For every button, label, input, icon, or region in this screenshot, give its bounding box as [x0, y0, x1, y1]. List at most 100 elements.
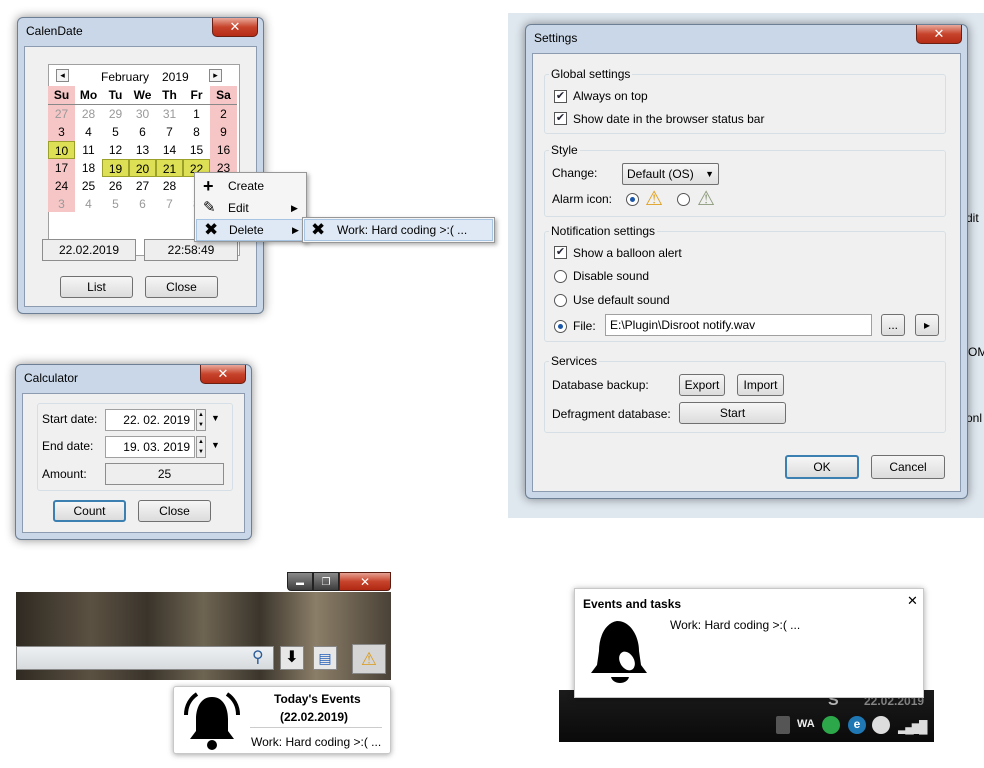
maximize-button[interactable]: ❐	[313, 572, 339, 591]
show-date-checkbox[interactable]: ✔	[554, 112, 567, 125]
today-events-popup[interactable]: Today's Events (22.02.2019) Work: Hard c…	[173, 686, 391, 754]
calendar-day[interactable]: 6	[129, 123, 156, 141]
browser-search-bar[interactable]	[16, 646, 274, 670]
calendar-day[interactable]: 7	[156, 195, 183, 213]
calendar-day[interactable]: 6	[129, 195, 156, 213]
default-sound-label[interactable]: Use default sound	[573, 293, 670, 307]
calendar-day[interactable]: 7	[156, 123, 183, 141]
tray-device-icon[interactable]	[776, 716, 790, 734]
calendar-year[interactable]: 2019	[162, 70, 189, 84]
menu-item-create[interactable]: + Create	[195, 175, 306, 197]
menu-item-edit[interactable]: ✎ Edit ▶	[195, 197, 306, 219]
calendar-prev-button[interactable]: ◂	[56, 69, 69, 82]
submenu-item-event[interactable]: ✖ Work: Hard coding >:( ...	[304, 219, 493, 241]
calendar-day[interactable]: 19	[102, 159, 129, 177]
end-date-spinner[interactable]: ▲ ▼	[196, 436, 206, 458]
calculator-close-button[interactable]: ✕	[200, 365, 246, 384]
play-sound-button[interactable]: ▸	[915, 314, 939, 336]
calendar-day[interactable]: 30	[129, 105, 156, 123]
calendar-month[interactable]: February	[101, 70, 149, 84]
calendar-day[interactable]: 8	[183, 123, 210, 141]
calendar-next-button[interactable]: ▸	[209, 69, 222, 82]
calendar-day[interactable]: 15	[183, 141, 210, 159]
calendar-day[interactable]: 25	[75, 177, 102, 195]
calendate-close-button[interactable]: ✕	[212, 18, 258, 37]
tray-cloud-icon[interactable]	[822, 716, 840, 734]
menu-item-delete[interactable]: ✖ Delete ▶	[196, 219, 305, 241]
tray-signal-icon[interactable]: ▂▄▆█	[898, 720, 928, 734]
calendar-day[interactable]: 21	[156, 159, 183, 177]
alarm-icon-radio-1[interactable]	[626, 193, 639, 206]
calendar-day[interactable]: 17	[48, 159, 75, 177]
minimize-button[interactable]: ▬	[287, 572, 313, 591]
calendar-day[interactable]: 20	[129, 159, 156, 177]
calendar-day[interactable]: 27	[129, 177, 156, 195]
import-button[interactable]: Import	[737, 374, 784, 396]
database-icon[interactable]: ▤	[313, 646, 337, 670]
sound-file-input[interactable]: E:\Plugin\Disroot notify.wav	[605, 314, 872, 336]
weekday-header: Su	[53, 88, 70, 102]
calendar-day[interactable]: 26	[102, 177, 129, 195]
balloon-alert-label[interactable]: Show a balloon alert	[573, 246, 682, 260]
calendar-day[interactable]: 1	[183, 105, 210, 123]
calendar-day[interactable]: 28	[156, 177, 183, 195]
file-sound-radio[interactable]	[554, 320, 567, 333]
calendar-day[interactable]: 10	[48, 141, 75, 159]
browse-button[interactable]: ...	[881, 314, 905, 336]
tray-antivirus-icon[interactable]	[872, 716, 890, 734]
start-date-dropdown-icon[interactable]: ▼	[211, 413, 220, 423]
calendar-day[interactable]: 2	[210, 105, 237, 123]
browser-close-button[interactable]: ✕	[339, 572, 391, 591]
defrag-start-button[interactable]: Start	[679, 402, 786, 424]
style-combo[interactable]: Default (OS) ▼	[622, 163, 719, 185]
alarm-icon-radio-2[interactable]	[677, 193, 690, 206]
list-button[interactable]: List	[60, 276, 133, 298]
calendar-day[interactable]: 5	[102, 123, 129, 141]
always-on-top-checkbox[interactable]: ✔	[554, 90, 567, 103]
calendar-day[interactable]: 13	[129, 141, 156, 159]
end-date-input[interactable]: 19. 03. 2019	[105, 436, 195, 458]
calendar-day[interactable]: 9	[210, 123, 237, 141]
calculator-close-btn[interactable]: Close	[138, 500, 211, 522]
events-popup-close-icon[interactable]: ✕	[907, 593, 918, 609]
balloon-alert-checkbox[interactable]: ✔	[554, 246, 567, 259]
search-icon[interactable]: ⚲	[252, 647, 264, 667]
calendar-day[interactable]: 24	[48, 177, 75, 195]
tray-wa-icon[interactable]: WA	[797, 718, 815, 730]
calendar-day[interactable]: 27	[48, 105, 75, 123]
calendar-day[interactable]: 31	[156, 105, 183, 123]
calendar-day[interactable]: 3	[48, 123, 75, 141]
tray-edge-icon[interactable]: e	[848, 716, 866, 734]
calendar-day[interactable]: 16	[210, 141, 237, 159]
amount-field: 25	[105, 463, 224, 485]
disable-sound-label[interactable]: Disable sound	[573, 269, 649, 283]
export-button[interactable]: Export	[679, 374, 725, 396]
calendar-day[interactable]: 14	[156, 141, 183, 159]
count-button[interactable]: Count	[53, 500, 126, 522]
events-tasks-popup[interactable]: Events and tasks ✕ Work: Hard coding >:(…	[574, 588, 924, 698]
cancel-button[interactable]: Cancel	[871, 455, 945, 479]
alarm-bell-icon[interactable]: ⚠	[352, 644, 386, 674]
calendar-day[interactable]: 4	[75, 123, 102, 141]
calendate-close-btn[interactable]: Close	[145, 276, 218, 298]
always-on-top-label[interactable]: Always on top	[573, 89, 648, 103]
end-date-dropdown-icon[interactable]: ▼	[211, 440, 220, 450]
calendar-day[interactable]: 29	[102, 105, 129, 123]
start-date-input[interactable]: 22. 02. 2019	[105, 409, 195, 431]
file-label[interactable]: File:	[573, 319, 596, 333]
calendar-day[interactable]: 5	[102, 195, 129, 213]
default-sound-radio[interactable]	[554, 294, 567, 307]
calendar-day[interactable]: 4	[75, 195, 102, 213]
disable-sound-radio[interactable]	[554, 270, 567, 283]
style-group	[544, 150, 946, 217]
settings-close-button[interactable]: ✕	[916, 25, 962, 44]
calendar-day[interactable]: 3	[48, 195, 75, 213]
download-icon[interactable]: ⬇	[280, 646, 304, 670]
calendar-day[interactable]: 12	[102, 141, 129, 159]
calendar-day[interactable]: 11	[75, 141, 102, 159]
calendar-day[interactable]: 28	[75, 105, 102, 123]
show-date-label[interactable]: Show date in the browser status bar	[573, 112, 764, 126]
calendar-day[interactable]: 18	[75, 159, 102, 177]
ok-button[interactable]: OK	[785, 455, 859, 479]
start-date-spinner[interactable]: ▲ ▼	[196, 409, 206, 431]
